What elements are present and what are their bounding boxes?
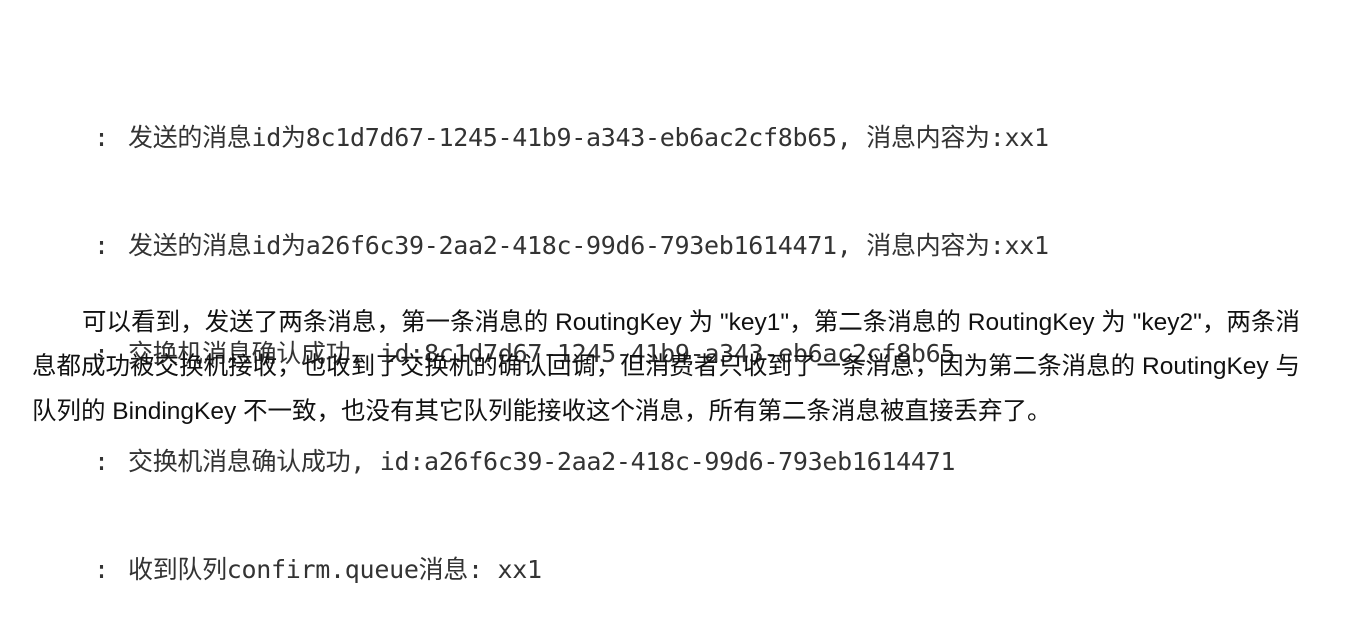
log-prefix: : — [94, 123, 109, 152]
log-line: : 发送的消息id为8c1d7d67-1245-41b9-a343-eb6ac2c… — [94, 120, 1049, 156]
log-text: 发送的消息id为8c1d7d67-1245-41b9-a343-eb6ac2cf… — [128, 123, 1049, 152]
log-prefix: : — [94, 447, 109, 476]
log-line: : 发送的消息id为a26f6c39-2aa2-418c-99d6-793eb16… — [94, 228, 1049, 264]
log-text: 收到队列confirm.queue消息: xx1 — [128, 555, 542, 584]
explanation-paragraph: 可以看到，发送了两条消息，第一条消息的 RoutingKey 为 "key1"，… — [32, 308, 1300, 425]
log-prefix: : — [94, 555, 109, 584]
log-line: : 交换机消息确认成功, id:a26f6c39-2aa2-418c-99d6-7… — [94, 444, 1049, 480]
log-line: : 收到队列confirm.queue消息: xx1 — [94, 552, 1049, 588]
log-text: 交换机消息确认成功, id:a26f6c39-2aa2-418c-99d6-79… — [128, 447, 956, 476]
log-prefix: : — [94, 231, 109, 260]
log-text: 发送的消息id为a26f6c39-2aa2-418c-99d6-793eb161… — [128, 231, 1049, 260]
